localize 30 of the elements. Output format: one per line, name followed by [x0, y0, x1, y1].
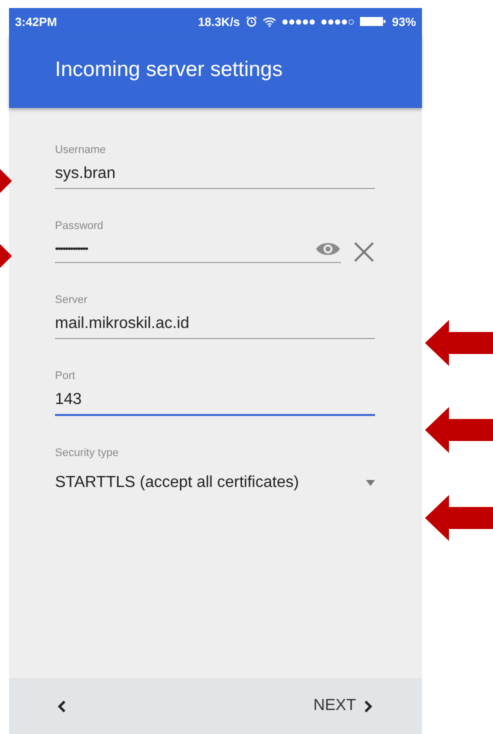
signal-icon — [282, 18, 315, 24]
pointer-arrow — [425, 407, 493, 453]
battery-icon — [360, 17, 386, 26]
pointer-arrow — [425, 320, 493, 366]
pointer-arrow — [0, 169, 12, 193]
battery-percent: 93% — [392, 14, 416, 28]
field-label: Username — [55, 144, 107, 156]
field-label: Server — [55, 294, 88, 306]
screen-title: Incoming server settings — [55, 58, 283, 82]
chevron-right-icon — [364, 700, 373, 712]
field-label: Port — [55, 370, 76, 382]
chevron-left-icon — [57, 700, 66, 712]
eye-icon[interactable] — [315, 241, 341, 257]
signal-icon — [320, 18, 354, 24]
password-field[interactable]: ••••••••••••• — [55, 241, 341, 263]
status-time: 3:42PM — [15, 14, 58, 28]
field-label: Security type — [55, 447, 120, 459]
field-label: Password — [55, 220, 104, 232]
security-dropdown[interactable]: STARTTLS (accept all certificates) — [55, 468, 375, 496]
clear-icon[interactable] — [353, 241, 375, 263]
text-field[interactable]: 143 — [55, 391, 375, 416]
text-field[interactable]: sys.bran — [55, 165, 375, 189]
next-button[interactable]: NEXT — [309, 693, 377, 719]
alarm-icon — [246, 16, 257, 27]
network-speed: 18.3K/s — [198, 14, 240, 28]
pointer-arrow — [425, 495, 493, 541]
pointer-arrow — [0, 244, 12, 268]
dropdown-caret-icon — [366, 480, 375, 486]
wifi-icon — [262, 16, 276, 26]
text-field[interactable]: mail.mikroskil.ac.id — [55, 315, 375, 339]
